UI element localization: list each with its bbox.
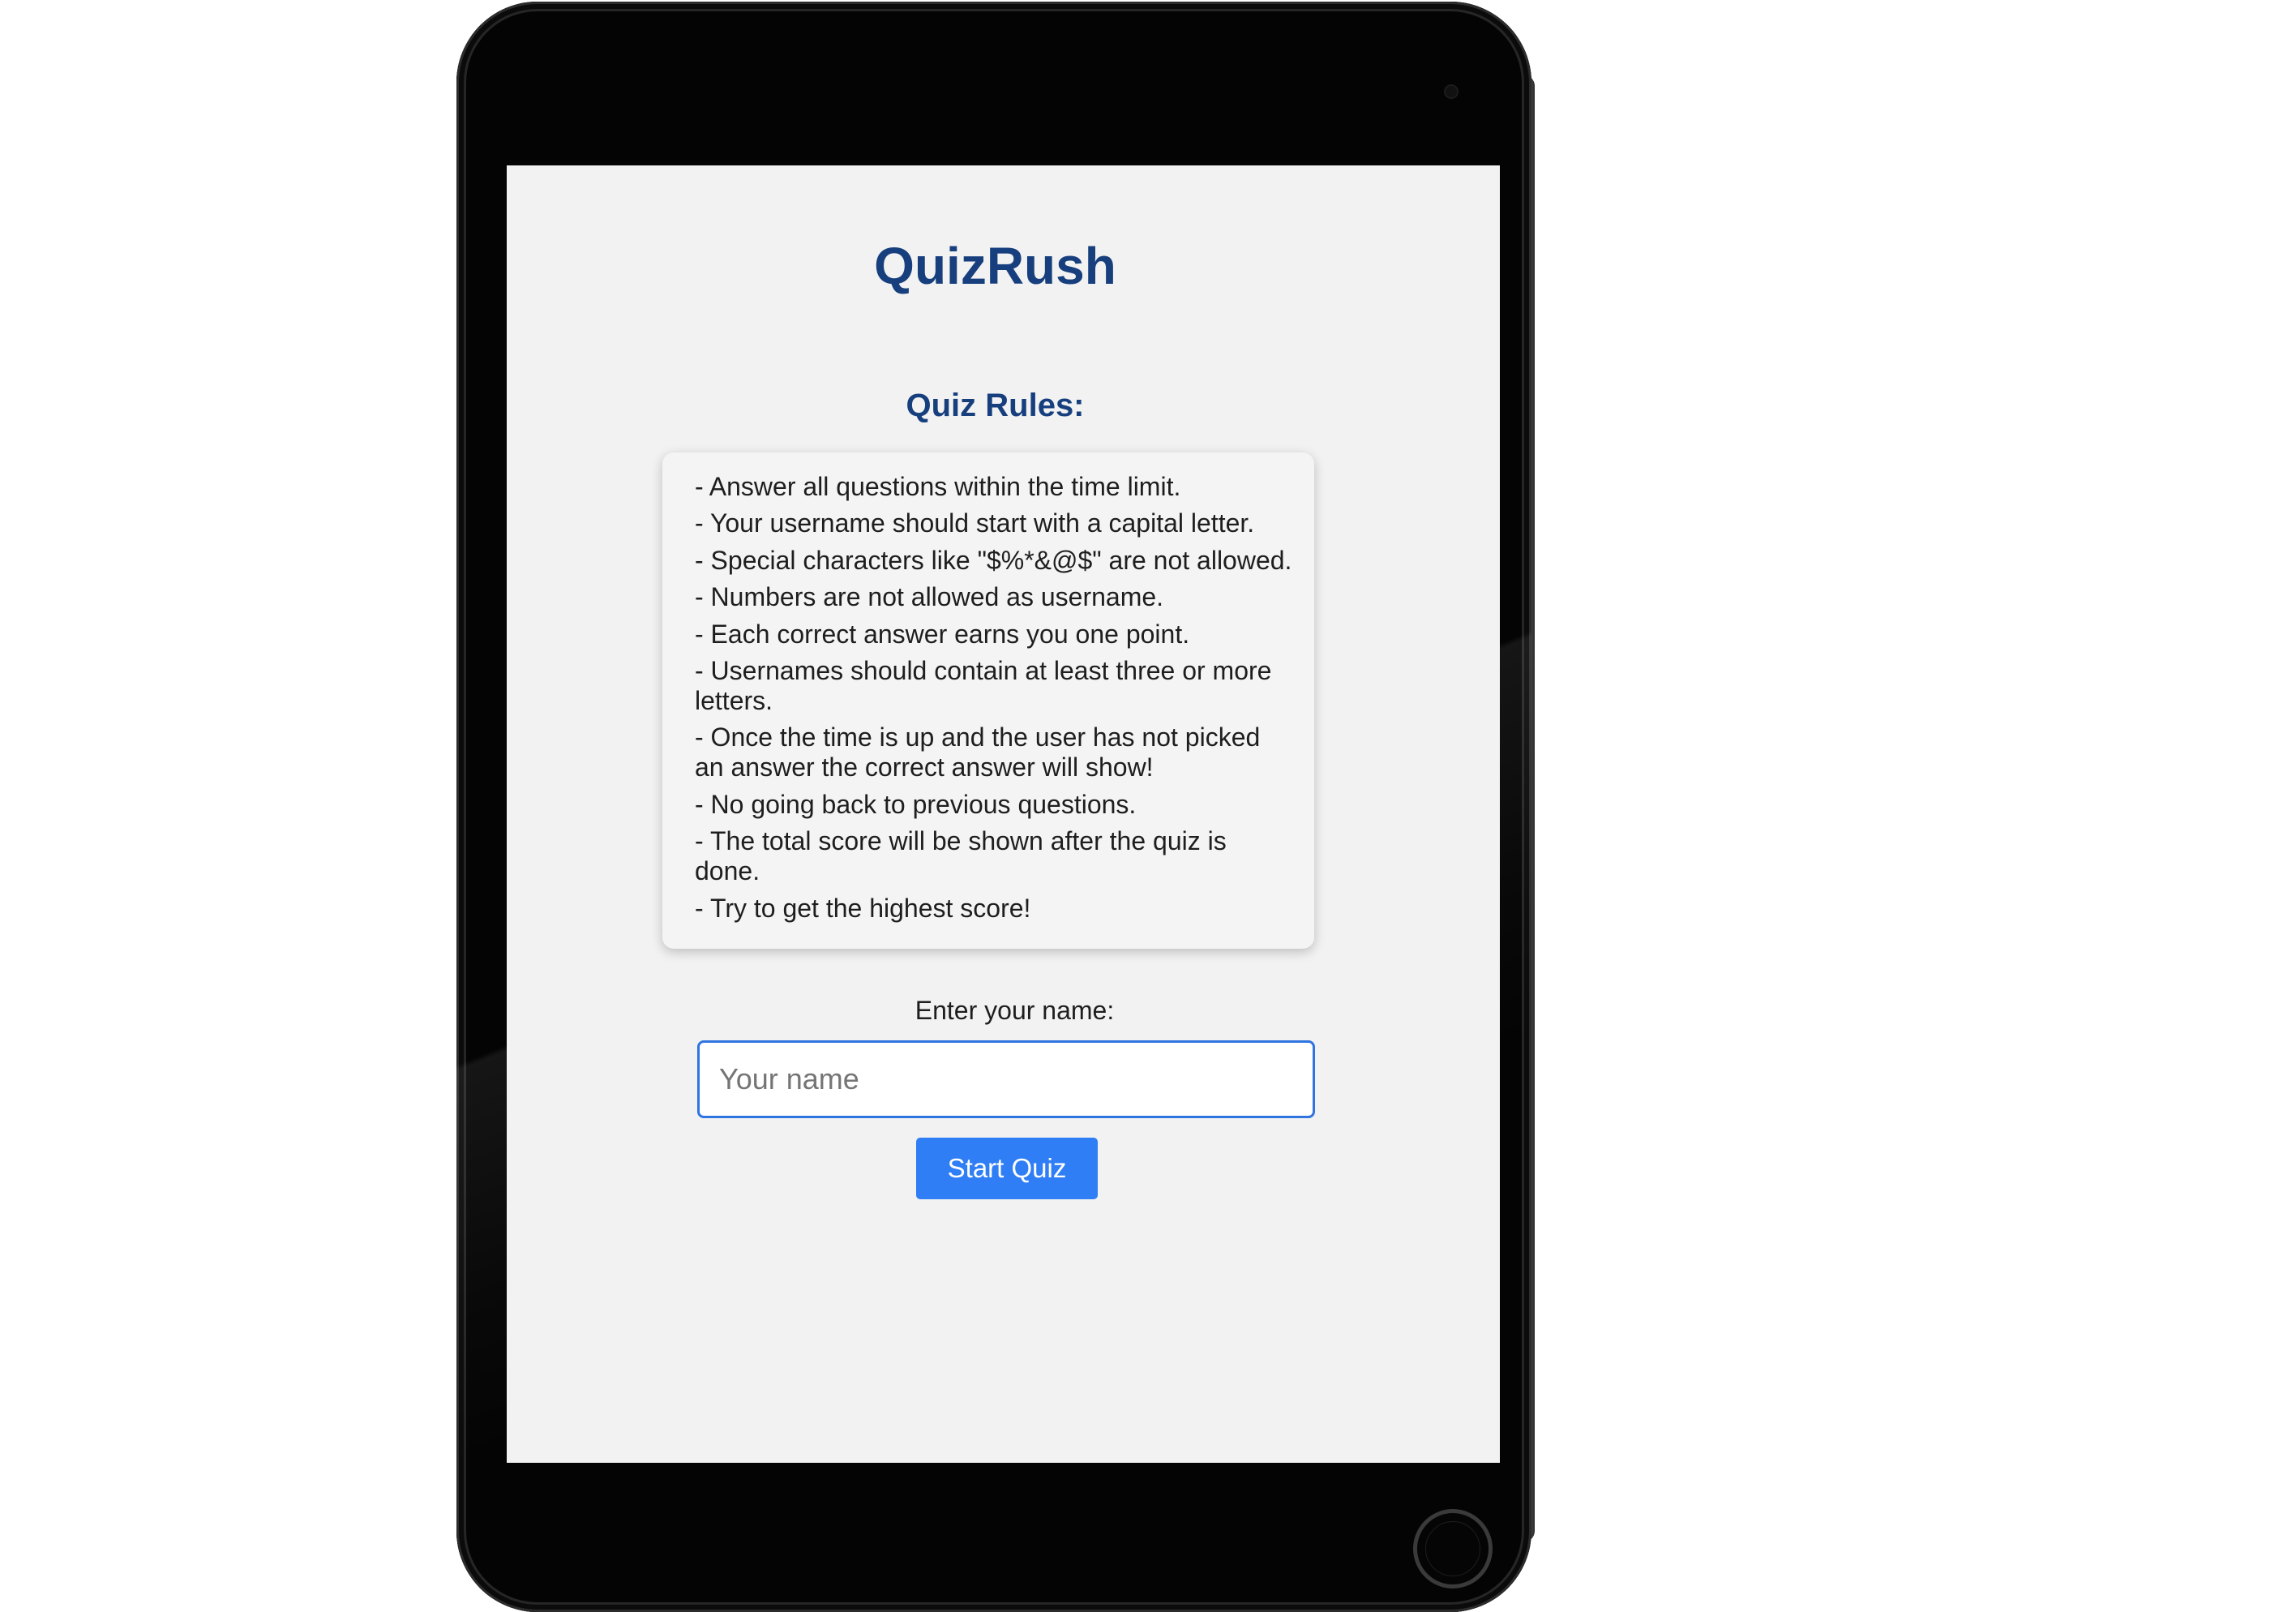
rule-item: - Try to get the highest score! [695,893,1031,923]
home-button-icon[interactable] [1413,1509,1493,1588]
rule-item: - Special characters like "$%*&@$" are n… [695,545,1292,575]
start-quiz-button[interactable]: Start Quiz [916,1138,1098,1199]
rule-item: - Each correct answer earns you one poin… [695,619,1190,649]
page: QuizRush Quiz Rules: - Answer all questi… [0,0,2296,1612]
rule-item: - Usernames should contain at least thre… [695,655,1272,715]
app-title: QuizRush [874,237,1116,295]
name-input[interactable] [697,1040,1315,1118]
rule-item: - Answer all questions within the time l… [695,472,1181,501]
camera-icon [1446,86,1457,97]
rules-list: - Answer all questions within the time l… [695,472,1296,924]
rules-card: - Answer all questions within the time l… [662,452,1314,949]
rule-item: - Once the time is up and the user has n… [695,722,1261,782]
rule-item: - Your username should start with a capi… [695,508,1255,538]
rule-item: - Numbers are not allowed as username. [695,582,1164,612]
rules-heading: Quiz Rules: [906,388,1085,423]
rule-item: - The total score will be shown after th… [695,826,1227,886]
screen: QuizRush Quiz Rules: - Answer all questi… [507,165,1500,1463]
rule-item: - No going back to previous questions. [695,789,1137,819]
name-label: Enter your name: [915,996,1115,1025]
